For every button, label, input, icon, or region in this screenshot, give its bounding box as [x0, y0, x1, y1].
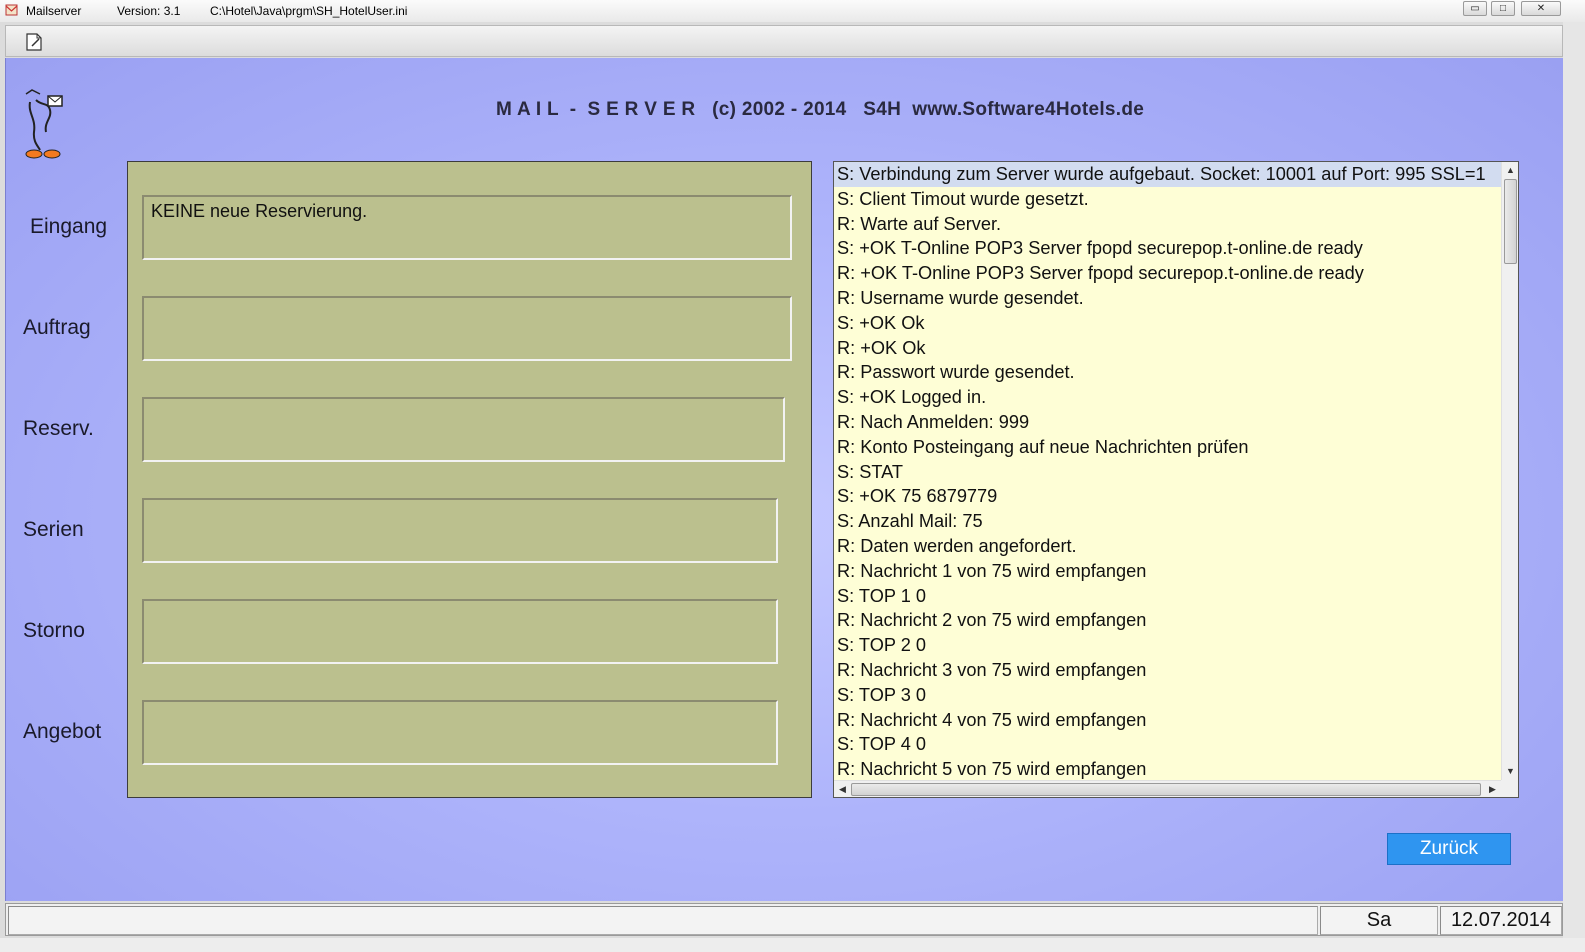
label-serien: Serien	[23, 518, 84, 541]
log-line[interactable]: S: TOP 3 0	[834, 683, 1501, 708]
log-line[interactable]: S: TOP 1 0	[834, 584, 1501, 609]
app-icon	[5, 4, 18, 16]
minimize-button[interactable]: ▭	[1463, 1, 1487, 16]
window-app-name: Mailserver	[26, 4, 82, 18]
main-panel: M A I L - S E R V E R (c) 2002 - 2014 S4…	[5, 58, 1563, 901]
log-list[interactable]: S: Verbindung zum Server wurde aufgebaut…	[833, 161, 1519, 798]
log-line[interactable]: R: Nachricht 2 von 75 wird empfangen	[834, 608, 1501, 633]
scroll-right-icon[interactable]: ▶	[1484, 781, 1501, 798]
storno-field[interactable]	[142, 599, 778, 664]
log-line[interactable]: R: Nachricht 4 von 75 wird empfangen	[834, 708, 1501, 733]
label-eingang: Eingang	[30, 215, 108, 238]
log-line[interactable]: R: +OK T-Online POP3 Server fpopd secure…	[834, 261, 1501, 286]
log-line[interactable]: R: Passwort wurde gesendet.	[834, 360, 1501, 385]
window-config-path: C:\Hotel\Java\prgm\SH_HotelUser.ini	[210, 4, 408, 18]
reservation-panel: KEINE neue Reservierung.	[127, 161, 812, 798]
logo-icon	[25, 89, 63, 159]
log-line[interactable]: S: Client Timout wurde gesetzt.	[834, 187, 1501, 212]
log-line[interactable]: S: +OK 75 6879779	[834, 484, 1501, 509]
angebot-field[interactable]	[142, 700, 778, 765]
status-day: Sa	[1320, 906, 1438, 935]
log-line[interactable]: R: Nachricht 5 von 75 wird empfangen	[834, 757, 1501, 780]
label-storno: Storno	[23, 619, 85, 642]
maximize-icon: □	[1499, 3, 1507, 14]
scroll-down-icon[interactable]: ▼	[1502, 763, 1519, 780]
title-bar: Mailserver Version: 3.1 C:\Hotel\Java\pr…	[0, 0, 1585, 22]
reserv-field[interactable]	[142, 397, 785, 462]
status-date: 12.07.2014	[1440, 906, 1562, 935]
log-line[interactable]: R: Nachricht 3 von 75 wird empfangen	[834, 658, 1501, 683]
bottom-strip	[0, 938, 1585, 952]
maximize-button[interactable]: □	[1491, 1, 1515, 16]
page-title: M A I L - S E R V E R (c) 2002 - 2014 S4…	[496, 99, 1145, 120]
scroll-corner	[1501, 780, 1518, 797]
status-message	[8, 906, 1318, 935]
auftrag-field[interactable]	[142, 296, 792, 361]
log-line[interactable]: S: +OK Logged in.	[834, 385, 1501, 410]
vertical-scrollbar[interactable]: ▲ ▼	[1501, 162, 1518, 780]
window-version: Version: 3.1	[117, 4, 181, 18]
log-line[interactable]: S: TOP 2 0	[834, 633, 1501, 658]
vertical-scroll-thumb[interactable]	[1504, 179, 1517, 264]
serien-field[interactable]	[142, 498, 778, 563]
close-icon: ✕	[1536, 3, 1546, 14]
minimize-icon: ▭	[1470, 3, 1480, 14]
log-line[interactable]: S: +OK T-Online POP3 Server fpopd secure…	[834, 236, 1501, 261]
log-line[interactable]: R: Nach Anmelden: 999	[834, 410, 1501, 435]
log-line[interactable]: R: Daten werden angefordert.	[834, 534, 1501, 559]
label-reserv: Reserv.	[23, 417, 94, 440]
horizontal-scrollbar[interactable]: ◀ ▶	[834, 780, 1501, 797]
edit-document-icon[interactable]	[23, 31, 45, 53]
log-line[interactable]: S: STAT	[834, 460, 1501, 485]
window-right-edge	[1563, 22, 1585, 938]
log-line[interactable]: S: Verbindung zum Server wurde aufgebaut…	[834, 162, 1501, 187]
close-button[interactable]: ✕	[1521, 1, 1561, 16]
log-line[interactable]: R: Warte auf Server.	[834, 212, 1501, 237]
log-line[interactable]: S: TOP 4 0	[834, 732, 1501, 757]
label-auftrag: Auftrag	[23, 316, 91, 339]
log-lines: S: Verbindung zum Server wurde aufgebaut…	[834, 162, 1501, 780]
log-line[interactable]: R: Username wurde gesendet.	[834, 286, 1501, 311]
back-button[interactable]: Zurück	[1387, 833, 1511, 865]
log-line[interactable]: R: Nachricht 1 von 75 wird empfangen	[834, 559, 1501, 584]
log-line[interactable]: R: +OK Ok	[834, 336, 1501, 361]
log-line[interactable]: S: +OK Ok	[834, 311, 1501, 336]
label-angebot: Angebot	[23, 720, 102, 743]
toolbar	[5, 25, 1563, 57]
eingang-field[interactable]: KEINE neue Reservierung.	[142, 195, 792, 260]
log-line[interactable]: R: Konto Posteingang auf neue Nachrichte…	[834, 435, 1501, 460]
scroll-left-icon[interactable]: ◀	[834, 781, 851, 798]
status-bar: Sa 12.07.2014	[5, 903, 1563, 936]
log-line[interactable]: S: Anzahl Mail: 75	[834, 509, 1501, 534]
scroll-up-icon[interactable]: ▲	[1502, 162, 1519, 179]
horizontal-scroll-thumb[interactable]	[851, 783, 1481, 796]
